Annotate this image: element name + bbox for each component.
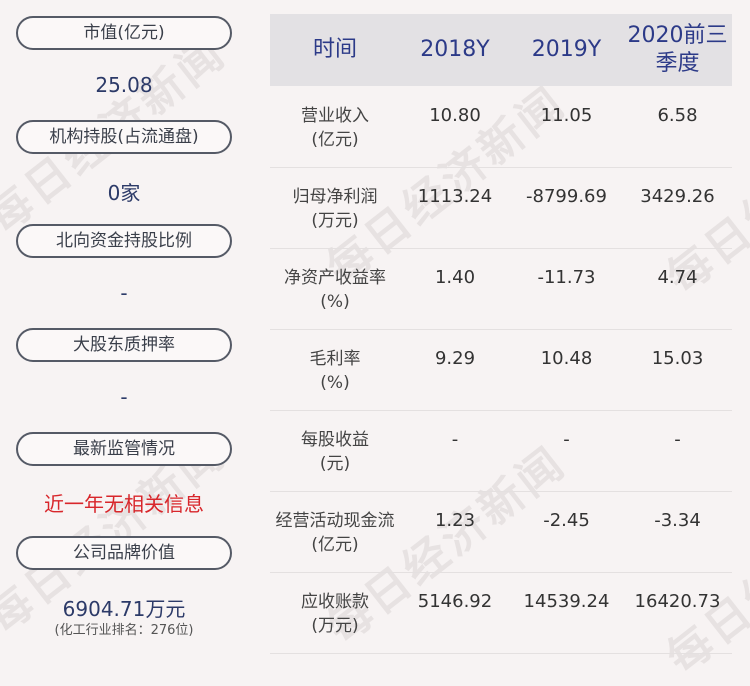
table-cell: 16420.73 [634,591,721,612]
pledge-ratio-label: 大股东质押率 [16,328,232,362]
table-row: 净资产收益率 (%) 1.40 -11.73 4.74 [270,248,732,330]
table-cell: 9.29 [434,348,476,369]
header-time: 时间 [312,37,357,62]
regulatory-status-value: 近一年无相关信息 [44,492,204,516]
table-cell: 11.05 [540,105,593,126]
brand-value-label: 公司品牌价值 [16,536,232,570]
row-label: 归母净利润 (万元) [292,187,378,231]
row-label: 每股收益 (元) [301,430,369,474]
row-label: 净资产收益率 (%) [284,268,386,312]
table-cell: 5146.92 [417,591,493,612]
row-label: 应收账款 (万元) [301,592,369,636]
header-2020q3: 2020前三季度 [627,23,728,76]
table-cell: 3429.26 [640,186,715,207]
table-cell: - [451,429,459,450]
table-row: 营业收入 (亿元) 10.80 11.05 6.58 [270,86,732,168]
table-row: 毛利率 (%) 9.29 10.48 15.03 [270,329,732,411]
brand-value-value: 6904.71万元 [62,597,186,621]
table-cell: -2.45 [543,510,590,531]
table-row: 经营活动现金流 (亿元) 1.23 -2.45 -3.34 [270,491,732,573]
institutional-holding-value: 0家 [107,181,141,205]
market-cap-value: 25.08 [95,73,153,97]
table-cell: 10.48 [540,348,593,369]
table-cell: - [563,429,570,450]
table-cell: -11.73 [537,267,596,288]
table-cell: 1.23 [434,510,476,531]
market-cap-label: 市值(亿元) [16,16,232,50]
northbound-ratio-value: - [120,281,128,305]
pledge-ratio-value: - [120,385,128,409]
table-cell: - [674,429,681,450]
northbound-ratio-label: 北向资金持股比例 [16,224,232,258]
brand-value-rank: (化工行业排名：276位) [54,623,194,638]
table-header: 时间 2018Y 2019Y 2020前三季度 [270,14,732,86]
table-cell: 15.03 [651,348,704,369]
table-cell: 4.74 [657,267,698,288]
row-label: 经营活动现金流 (亿元) [275,511,395,555]
table-row: 归母净利润 (万元) 1113.24 -8799.69 3429.26 [270,167,732,249]
header-2018: 2018Y [420,37,490,62]
table-cell: 1113.24 [417,186,493,207]
table-cell: 10.80 [429,105,481,126]
institutional-holding-label: 机构持股(占流通盘) [16,120,232,154]
table-cell: 14539.24 [523,591,610,612]
table-cell: -8799.69 [526,186,607,207]
table-row: 应收账款 (万元) 5146.92 14539.24 16420.73 [270,572,732,654]
table-row: 每股收益 (元) - - - [270,410,732,492]
regulatory-status-label: 最新监管情况 [16,432,232,466]
table-cell: -3.34 [654,510,701,531]
table-cell: 1.40 [434,267,476,288]
row-label: 营业收入 (亿元) [301,106,369,150]
header-2019: 2019Y [531,37,602,62]
table-cell: 6.58 [657,105,698,126]
row-label: 毛利率 (%) [309,349,361,393]
